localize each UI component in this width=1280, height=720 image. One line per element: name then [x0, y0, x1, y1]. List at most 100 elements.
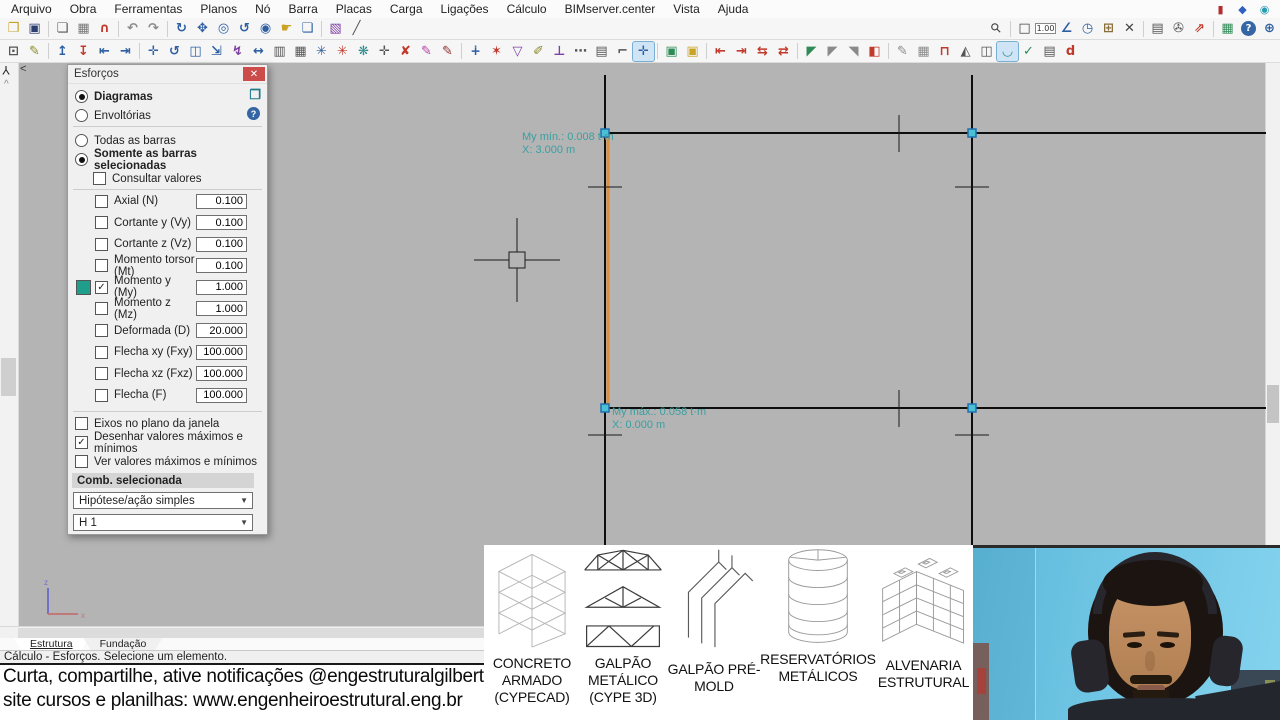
undo-icon[interactable]: ↶ — [122, 19, 143, 38]
snap-remove-icon[interactable]: ✳ — [332, 42, 353, 61]
cortante-y-value-input[interactable] — [196, 215, 247, 231]
dialog-title[interactable]: Esforços — [68, 65, 267, 84]
zoom-window-icon[interactable]: ◉ — [255, 19, 276, 38]
axial-checkbox[interactable] — [95, 194, 108, 208]
momento-z-value-input[interactable] — [196, 301, 247, 317]
axial-value-input[interactable] — [196, 193, 247, 209]
results-table-icon[interactable]: ▤ — [1039, 42, 1060, 61]
tab-fundacao[interactable]: Fundação — [84, 638, 163, 650]
checkbox-ver-max-min[interactable]: Ver valores máximos e mínimos — [75, 454, 265, 469]
delete-point-icon[interactable]: ✘ — [395, 42, 416, 61]
momento-z-checkbox[interactable] — [95, 302, 108, 316]
edit-magenta-icon[interactable]: ✎ — [416, 42, 437, 61]
menu-ajuda[interactable]: Ajuda — [709, 2, 758, 16]
zoom-previous-icon[interactable]: ◎ — [213, 19, 234, 38]
more-options-icon[interactable]: ⋯ — [570, 42, 591, 61]
help-icon[interactable]: ? — [1241, 21, 1256, 36]
describe-icon[interactable]: ✎ — [892, 42, 913, 61]
radio-diagramas[interactable]: Diagramas — [75, 89, 237, 104]
truss-icon[interactable]: ▽ — [507, 42, 528, 61]
generate-truss-icon[interactable]: ◭ — [955, 42, 976, 61]
rotate-icon[interactable]: ↺ — [164, 42, 185, 61]
checkbox-desenhar-max-min[interactable]: ✓ Desenhar valores máximos e mínimos — [75, 431, 265, 455]
cortante-z-checkbox[interactable] — [95, 237, 108, 251]
radio-somente-as-barras-selecionadas[interactable]: Somente as barras selecionadas — [75, 148, 263, 172]
dim-both-icon[interactable]: ⇆ — [752, 42, 773, 61]
add-point-icon[interactable]: ✛ — [374, 42, 395, 61]
edit-darkred-icon[interactable]: ✎ — [437, 42, 458, 61]
flecha-value-input[interactable] — [196, 387, 247, 403]
render-view-icon[interactable]: ▧ — [325, 19, 346, 38]
grid-icon[interactable]: ▦ — [290, 42, 311, 61]
momento-torsor-value-input[interactable] — [196, 258, 247, 274]
move-icon[interactable]: ✛ — [143, 42, 164, 61]
export-view-icon[interactable]: ⇗ — [1189, 19, 1210, 38]
menu-ferramentas[interactable]: Ferramentas — [105, 2, 191, 16]
horizontal-scrollbar-thumb[interactable] — [18, 628, 484, 638]
deformada-checkbox[interactable] — [95, 324, 108, 338]
menu-carga[interactable]: Carga — [381, 2, 432, 16]
calculator-icon[interactable]: ▦ — [1217, 19, 1238, 38]
edit-ruler-icon[interactable]: ✐ — [528, 42, 549, 61]
momento-torsor-checkbox[interactable] — [95, 259, 108, 273]
save-icon[interactable]: ▣ — [24, 19, 45, 38]
panel-red-icon[interactable]: ▮ — [1213, 2, 1228, 16]
pan-icon[interactable]: ☛ — [276, 19, 297, 38]
flip-mirror-icon[interactable]: ◥ — [843, 42, 864, 61]
regenerate-icon[interactable]: ↺ — [234, 19, 255, 38]
zoom-extents-icon[interactable]: ✥ — [192, 19, 213, 38]
support-icon[interactable]: ⊥ — [549, 42, 570, 61]
momento-y-value-input[interactable] — [196, 279, 247, 295]
intersect-icon[interactable]: ✶ — [486, 42, 507, 61]
stretch-icon[interactable]: ⇲ — [206, 42, 227, 61]
dim-clear-icon[interactable]: ⇄ — [773, 42, 794, 61]
menu-bimserver-center[interactable]: BIMserver.center — [556, 2, 665, 16]
dimension-icon[interactable]: ↔ — [248, 42, 269, 61]
rotate-view-icon[interactable]: ↻ — [171, 19, 192, 38]
menu-ligacoes[interactable]: Ligações — [432, 2, 498, 16]
eixos-no-plano-checkbox[interactable] — [75, 417, 88, 430]
deformada-value-input[interactable] — [196, 323, 247, 339]
timer-icon[interactable]: ◷ — [1077, 19, 1098, 38]
menu-placas[interactable]: Placas — [327, 2, 381, 16]
edit-height-icon[interactable]: ◫ — [185, 42, 206, 61]
bar-new-icon[interactable]: ↥ — [52, 42, 73, 61]
menu-no[interactable]: Nó — [246, 2, 279, 16]
cortante-y-checkbox[interactable] — [95, 216, 108, 230]
flip-new-icon[interactable]: ◤ — [801, 42, 822, 61]
collapse-arrow-icon[interactable]: < — [20, 63, 26, 75]
menu-calculo[interactable]: Cálculo — [498, 2, 556, 16]
depth-selection-icon[interactable]: ❋ — [353, 42, 374, 61]
bar-align-end-icon[interactable]: ⇥ — [115, 42, 136, 61]
menu-planos[interactable]: Planos — [191, 2, 246, 16]
grid-partition-icon[interactable]: ▥ — [269, 42, 290, 61]
menu-barra[interactable]: Barra — [279, 2, 326, 16]
flecha-xz-checkbox[interactable] — [95, 367, 108, 381]
ver-max-min-checkbox[interactable] — [75, 455, 88, 468]
flecha-checkbox[interactable] — [95, 388, 108, 402]
checkbox-consultar-valores[interactable]: Consultar valores — [93, 171, 263, 186]
export-dxf-icon[interactable]: ▦ — [73, 19, 94, 38]
divide-bar-icon[interactable]: ↯ — [227, 42, 248, 61]
tab-estrutura[interactable]: Estrutura — [14, 638, 89, 650]
protractor-icon[interactable]: ∠ — [1056, 19, 1077, 38]
general-settings-icon[interactable]: ✎ — [24, 42, 45, 61]
right-scrollbar[interactable] — [1265, 63, 1280, 626]
scale-display-icon[interactable]: 1.00 — [1034, 19, 1057, 38]
flecha-xy-checkbox[interactable] — [95, 345, 108, 359]
window-config-icon[interactable]: ⊞ — [1098, 19, 1119, 38]
desenhar-max-min-checkbox[interactable]: ✓ — [75, 436, 88, 449]
cortante-z-value-input[interactable] — [196, 236, 247, 252]
flecha-xz-value-input[interactable] — [196, 366, 247, 382]
beam-detail-icon[interactable]: ▤ — [591, 42, 612, 61]
flip-assign-icon[interactable]: ◧ — [864, 42, 885, 61]
search-icon[interactable]: ⚲ — [982, 14, 1010, 42]
dim-left-icon[interactable]: ⇤ — [710, 42, 731, 61]
measure-icon[interactable]: ╱ — [346, 19, 367, 38]
radio-todas-as-barras[interactable]: Todas as barras — [75, 133, 263, 148]
menu-arquivo[interactable]: Arquivo — [2, 2, 61, 16]
checkbox-eixos-no-plano[interactable]: Eixos no plano da janela — [75, 416, 265, 431]
dim-right-icon[interactable]: ⇥ — [731, 42, 752, 61]
bar-align-start-icon[interactable]: ⇤ — [94, 42, 115, 61]
print-icon[interactable]: ▤ — [1147, 19, 1168, 38]
